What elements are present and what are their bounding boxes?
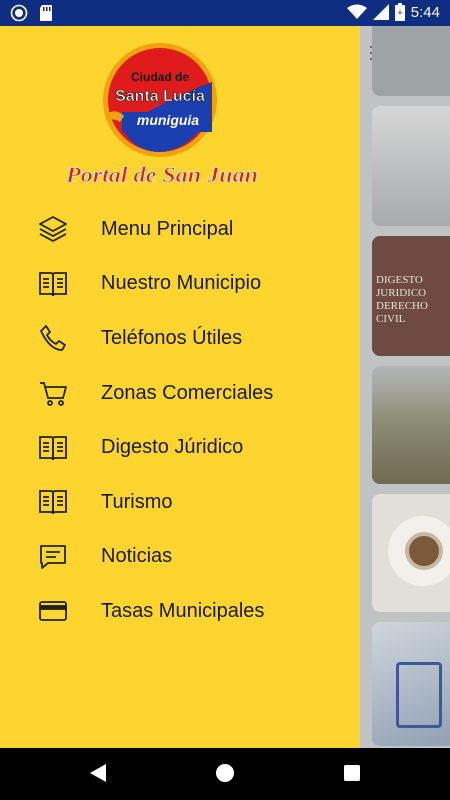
menu-item-label: Turismo — [101, 490, 173, 513]
card-icon — [38, 596, 68, 626]
book-icon — [38, 487, 68, 517]
menu-item-label: Tasas Municipales — [101, 599, 265, 622]
main-content-background: DIGESTO JURIDICO DERECHO CIVIL — [360, 26, 450, 748]
content-card[interactable] — [372, 494, 450, 612]
battery-icon: + — [394, 3, 405, 21]
system-navigation-bar — [0, 748, 450, 800]
municipality-logo: Ciudad de Santa Lucía muniguia Portal de… — [62, 42, 262, 192]
signal-icon — [372, 4, 389, 20]
content-card[interactable]: DIGESTO JURIDICO DERECHO CIVIL — [372, 236, 450, 356]
menu-item-label: Zonas Comerciales — [101, 381, 274, 404]
logo-line1: Ciudad de — [131, 70, 189, 84]
menu-item-label: Noticias — [101, 545, 173, 568]
status-bar: + 5:44 — [0, 0, 450, 26]
book-icon — [38, 269, 68, 299]
menu-item-label: Digesto Júridico — [101, 436, 244, 459]
menu-item-nuestro-municipio[interactable]: Nuestro Municipio — [0, 257, 360, 312]
menu-item-label: Nuestro Municipio — [101, 272, 262, 295]
logo-subtitle: Portal de San Juan — [65, 162, 258, 187]
menu-item-zonas-comerciales[interactable]: Zonas Comerciales — [0, 366, 360, 421]
menu-item-menu-principal[interactable]: Menu Principal — [0, 202, 360, 257]
chat-icon — [38, 542, 68, 572]
content-card[interactable] — [372, 366, 450, 484]
navigation-drawer: Ciudad de Santa Lucía muniguia Portal de… — [0, 26, 360, 748]
content-card[interactable] — [372, 26, 450, 96]
menu-item-label: Teléfonos Útiles — [101, 326, 243, 349]
sd-card-icon — [40, 5, 52, 21]
drawer-menu: Menu Principal Nuestro Municipio Teléfon… — [0, 202, 360, 639]
logo-line2: Santa Lucía — [115, 88, 205, 105]
menu-item-tasas-municipales[interactable]: Tasas Municipales — [0, 584, 360, 639]
home-icon[interactable] — [214, 762, 236, 784]
record-icon — [10, 4, 28, 22]
sign-text: DIGESTO — [376, 274, 423, 286]
menu-item-label: Menu Principal — [101, 217, 234, 240]
menu-item-noticias[interactable]: Noticias — [0, 530, 360, 585]
sign-text: CIVIL — [376, 313, 406, 325]
sign-text: JURIDICO — [376, 287, 427, 299]
layers-icon — [38, 214, 68, 244]
svg-text:+: + — [397, 8, 402, 18]
back-icon[interactable] — [88, 762, 108, 784]
status-time: 5:44 — [410, 3, 440, 21]
wifi-icon — [346, 4, 367, 19]
content-card[interactable] — [372, 106, 450, 226]
phone-icon — [38, 323, 68, 353]
cart-icon — [38, 378, 68, 408]
menu-item-turismo[interactable]: Turismo — [0, 475, 360, 530]
sign-text: DERECHO — [376, 300, 428, 312]
logo-line3: muniguia — [137, 112, 199, 128]
menu-item-digesto-juridico[interactable]: Digesto Júridico — [0, 420, 360, 475]
recents-icon[interactable] — [342, 762, 362, 784]
content-card[interactable] — [372, 622, 450, 746]
book-icon — [38, 433, 68, 463]
menu-item-telefonos-utiles[interactable]: Teléfonos Útiles — [0, 311, 360, 366]
